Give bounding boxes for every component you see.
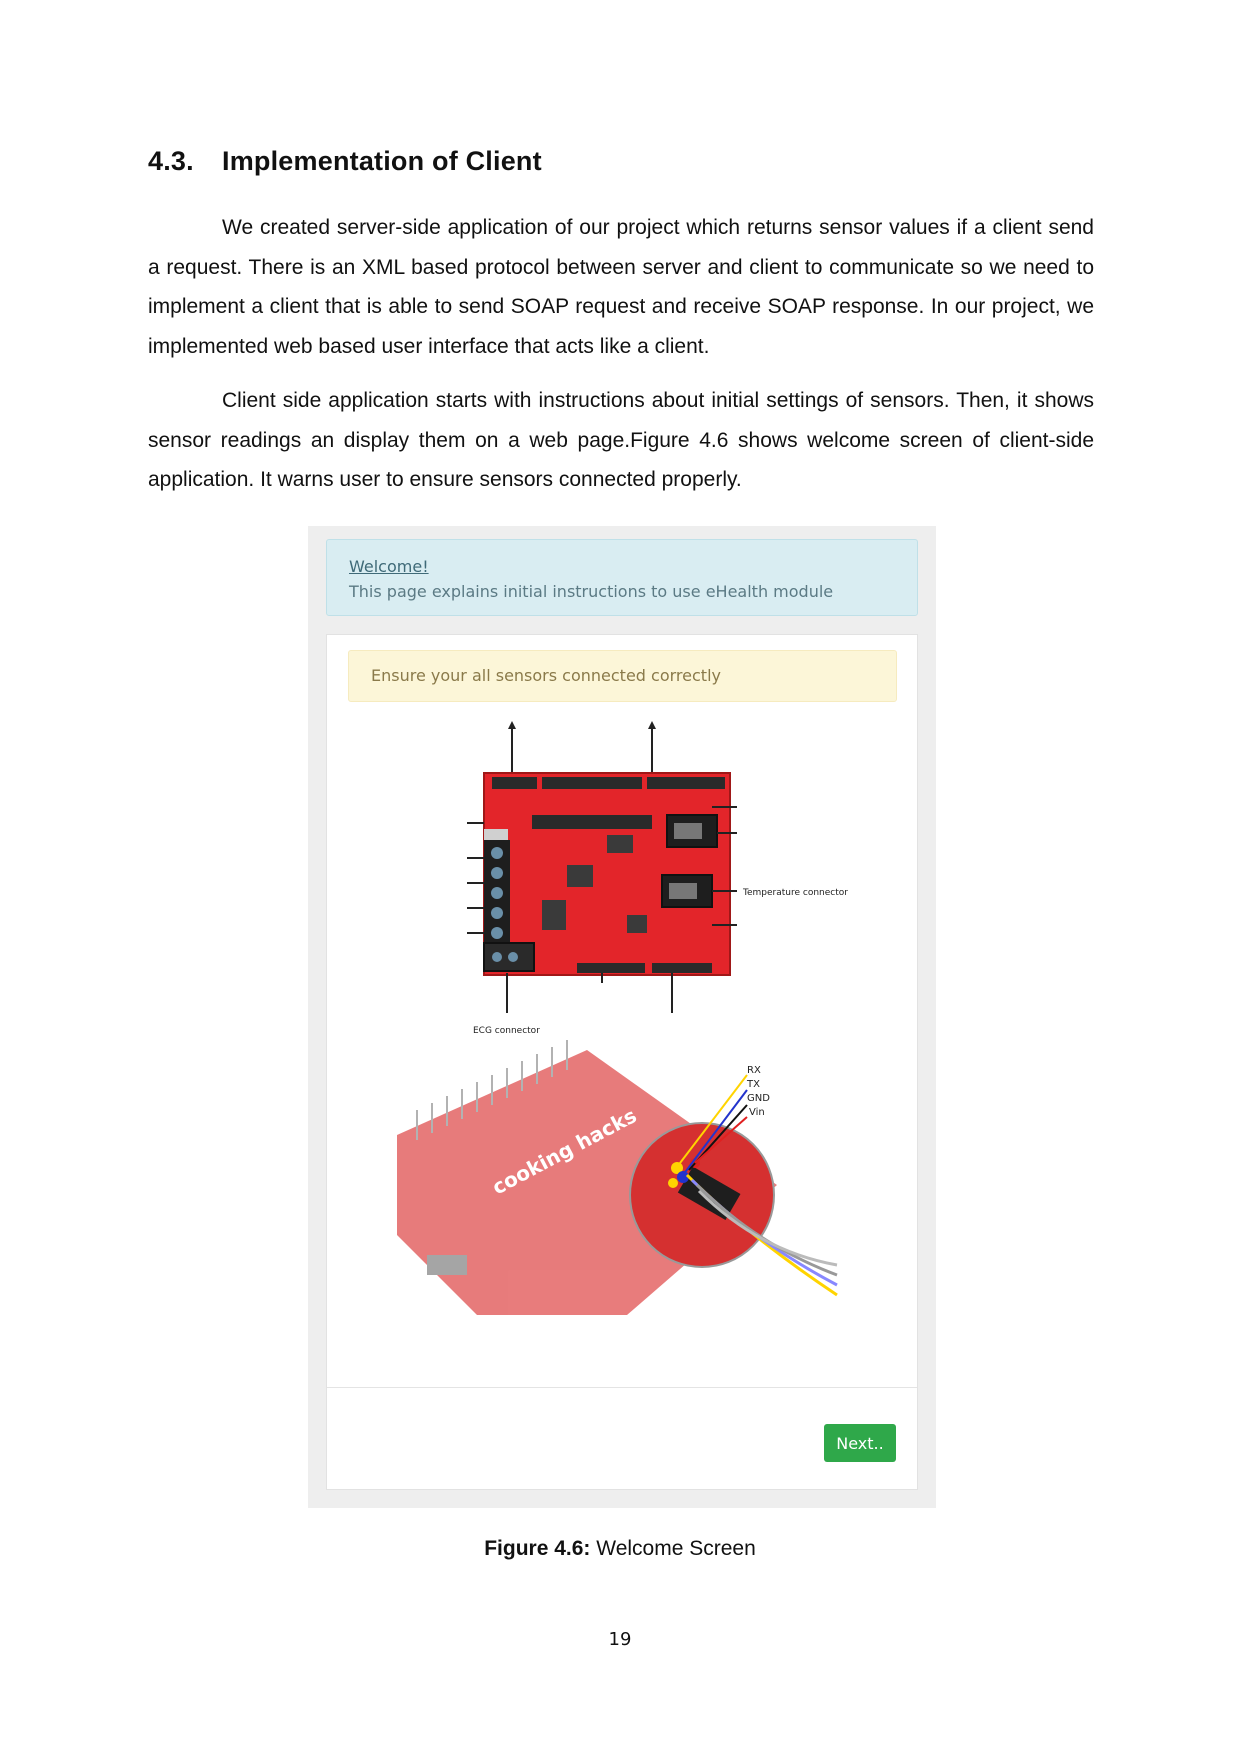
caption-label: Figure 4.6: <box>484 1537 591 1560</box>
tx-label: TX <box>746 1079 760 1090</box>
paragraph-2: Client side application starts with inst… <box>148 389 1094 491</box>
rx-label: RX <box>747 1065 761 1076</box>
welcome-link[interactable]: Welcome! <box>349 557 429 576</box>
instructions-panel: Ensure your all sensors connected correc… <box>326 634 918 1490</box>
page-number: 19 <box>608 1629 632 1650</box>
panel-footer-divider <box>327 1387 917 1388</box>
figure-caption: Figure 4.6: Welcome Screen <box>0 1537 1240 1561</box>
section-heading: 4.3. Implementation of Client <box>148 146 542 177</box>
warning-alert: Ensure your all sensors connected correc… <box>348 650 897 702</box>
next-button[interactable]: Next.. <box>824 1424 896 1462</box>
gnd-label: GND <box>747 1093 770 1104</box>
section-title: Implementation of Client <box>222 146 542 176</box>
figure-screenshot: Welcome! This page explains initial inst… <box>308 526 936 1508</box>
welcome-alert: Welcome! This page explains initial inst… <box>326 539 918 616</box>
welcome-subtitle: This page explains initial instructions … <box>349 582 834 601</box>
temperature-label: Temperature connector <box>742 888 848 898</box>
ecg-label: ECG connector <box>473 1026 540 1036</box>
sensor-board-image: Temperature connector ECG connector cook… <box>397 721 848 1315</box>
caption-text: Welcome Screen <box>590 1537 756 1560</box>
section-number: 4.3. <box>148 146 194 176</box>
paragraph-1: We created server-side application of ou… <box>148 216 1094 358</box>
ehealth-shield-diagram: Temperature connector ECG connector <box>467 721 848 1036</box>
vin-label: Vin <box>749 1107 765 1118</box>
